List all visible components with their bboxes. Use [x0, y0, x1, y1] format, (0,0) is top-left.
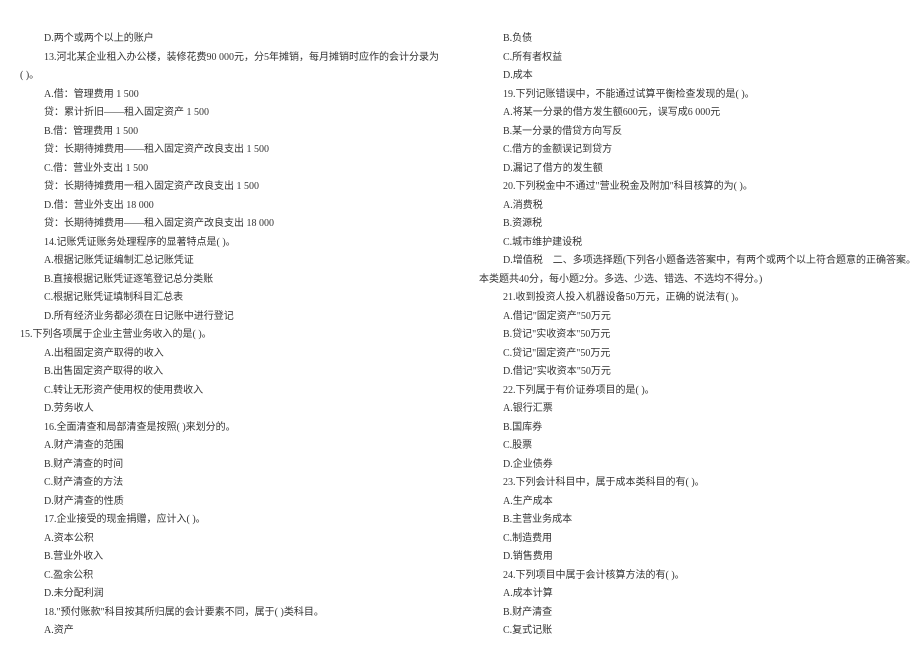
text-line: 贷：长期待摊费用——租入固定资产改良支出 18 000: [20, 215, 439, 234]
text-line: A.成本计算: [479, 585, 916, 604]
text-line: C.借方的金额误记到贷方: [479, 141, 916, 160]
text-line: 23.下列会计科目中，属于成本类科目的有( )。: [479, 474, 916, 493]
text-line: B.负债: [479, 30, 916, 49]
text-line: C.城市维护建设税: [479, 234, 916, 253]
text-line: C.财产清查的方法: [20, 474, 439, 493]
text-line: 22.下列属于有价证券项目的是( )。: [479, 382, 916, 401]
text-line: D.借记"实收资本"50万元: [479, 363, 916, 382]
text-line: A.财产清查的范围: [20, 437, 439, 456]
text-line: A.资本公积: [20, 530, 439, 549]
text-line: B.资源税: [479, 215, 916, 234]
left-column: D.两个或两个以上的账户13.河北某企业租入办公楼，装修花费90 000元，分5…: [20, 30, 439, 640]
text-line: C.复式记账: [479, 622, 916, 641]
text-line: 贷：长期待摊费用一租入固定资产改良支出 1 500: [20, 178, 439, 197]
text-line: C.制造费用: [479, 530, 916, 549]
text-line: B.财产清查: [479, 604, 916, 623]
text-line: C.转让无形资产使用权的使用费收入: [20, 382, 439, 401]
text-line: 16.全面清查和局部清查是按照( )来划分的。: [20, 419, 439, 438]
text-line: B.借：管理费用 1 500: [20, 123, 439, 142]
text-line: 21.收到投资人投入机器设备50万元，正确的说法有( )。: [479, 289, 916, 308]
text-line: C.股票: [479, 437, 916, 456]
text-line: 13.河北某企业租入办公楼，装修花费90 000元，分5年摊销，每月摊销时应作的…: [20, 49, 439, 68]
text-line: 14.记账凭证账务处理程序的显著特点是( )。: [20, 234, 439, 253]
text-line: D.两个或两个以上的账户: [20, 30, 439, 49]
right-column: B.负债C.所有者权益D.成本19.下列记账错误中，不能通过试算平衡检查发现的是…: [479, 30, 916, 640]
text-line: D.借：营业外支出 18 000: [20, 197, 439, 216]
text-line: 贷：累计折旧——租入固定资产 1 500: [20, 104, 439, 123]
text-line: A.借记"固定资产"50万元: [479, 308, 916, 327]
text-line: B.国库券: [479, 419, 916, 438]
text-line: A.生产成本: [479, 493, 916, 512]
text-line: C.盈余公积: [20, 567, 439, 586]
text-line: B.直接根据记账凭证逐笔登记总分类账: [20, 271, 439, 290]
text-line: B.出售固定资产取得的收入: [20, 363, 439, 382]
text-line: C.借：营业外支出 1 500: [20, 160, 439, 179]
text-line: A.根据记账凭证编制汇总记账凭证: [20, 252, 439, 271]
document-container: D.两个或两个以上的账户13.河北某企业租入办公楼，装修花费90 000元，分5…: [20, 30, 900, 640]
text-line: C.所有者权益: [479, 49, 916, 68]
text-line: D.所有经济业务都必须在日记账中进行登记: [20, 308, 439, 327]
text-line: 19.下列记账错误中，不能通过试算平衡检查发现的是( )。: [479, 86, 916, 105]
text-line: 15.下列各项属于企业主营业务收入的是( )。: [20, 326, 439, 345]
text-line: D.劳务收人: [20, 400, 439, 419]
text-line: 本类题共40分，每小题2分。多选、少选、错选、不选均不得分。): [479, 271, 916, 290]
text-line: B.营业外收入: [20, 548, 439, 567]
text-line: D.增值税 二、多项选择题(下列各小题备选答案中，有两个或两个以上符合题意的正确…: [479, 252, 916, 271]
text-line: D.企业债券: [479, 456, 916, 475]
text-line: A.银行汇票: [479, 400, 916, 419]
text-line: B.主营业务成本: [479, 511, 916, 530]
text-line: ( )。: [20, 67, 439, 86]
text-line: D.销售费用: [479, 548, 916, 567]
text-line: C.根据记账凭证填制科目汇总表: [20, 289, 439, 308]
text-line: D.未分配利润: [20, 585, 439, 604]
text-line: A.出租固定资产取得的收入: [20, 345, 439, 364]
text-line: 24.下列项目中属于会计核算方法的有( )。: [479, 567, 916, 586]
text-line: D.财产清查的性质: [20, 493, 439, 512]
text-line: A.消费税: [479, 197, 916, 216]
text-line: B.财产清查的时间: [20, 456, 439, 475]
text-line: A.资产: [20, 622, 439, 641]
text-line: C.贷记"固定资产"50万元: [479, 345, 916, 364]
text-line: A.将某一分录的借方发生额600元，误写成6 000元: [479, 104, 916, 123]
text-line: 17.企业接受的现金捐赠，应计入( )。: [20, 511, 439, 530]
text-line: 20.下列税金中不通过"营业税金及附加"科目核算的为( )。: [479, 178, 916, 197]
text-line: B.贷记"实收资本"50万元: [479, 326, 916, 345]
text-line: 18."预付账款"科目按其所归属的会计要素不同，属于( )类科目。: [20, 604, 439, 623]
text-line: A.借：管理费用 1 500: [20, 86, 439, 105]
text-line: 贷：长期待摊费用——租入固定资产改良支出 1 500: [20, 141, 439, 160]
text-line: D.成本: [479, 67, 916, 86]
text-line: D.漏记了借方的发生额: [479, 160, 916, 179]
text-line: B.某一分录的借贷方向写反: [479, 123, 916, 142]
